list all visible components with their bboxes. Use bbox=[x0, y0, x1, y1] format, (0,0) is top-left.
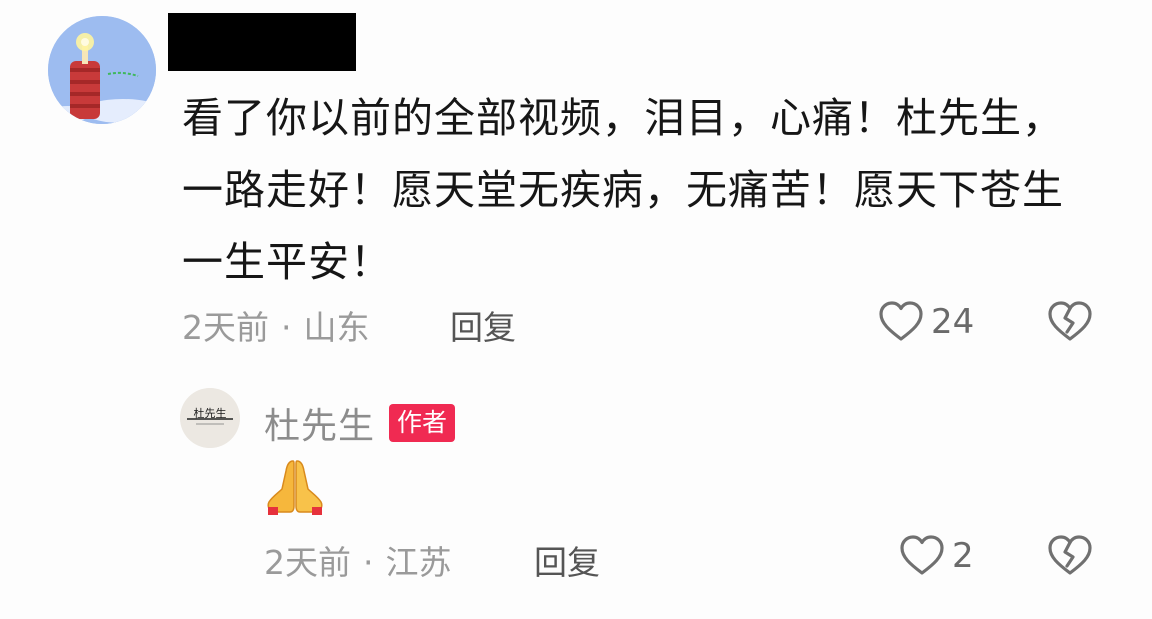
heart-outline-icon bbox=[900, 535, 944, 575]
commenter-avatar[interactable] bbox=[48, 16, 156, 124]
reply-content bbox=[264, 457, 326, 517]
reply-header: 杜先生 作者 bbox=[264, 397, 456, 449]
commenter-name-redacted[interactable] bbox=[168, 13, 356, 71]
avatar-text: 杜先生 bbox=[194, 406, 227, 420]
reply-location: 江苏 bbox=[385, 543, 452, 582]
folded-hands-icon bbox=[267, 460, 323, 515]
reply-button[interactable]: 回复 bbox=[450, 301, 516, 349]
comment-time: 2天前 bbox=[182, 308, 269, 347]
heart-outline-icon bbox=[879, 301, 923, 341]
author-badge: 作者 bbox=[389, 404, 456, 442]
meta-separator: · bbox=[281, 308, 292, 347]
comment-location: 山东 bbox=[303, 308, 370, 347]
reply-time: 2天前 bbox=[264, 543, 351, 582]
author-avatar[interactable]: 杜先生 bbox=[180, 388, 240, 448]
like-count: 24 bbox=[931, 302, 975, 342]
comment-meta: 2天前 · 山东 bbox=[182, 301, 370, 349]
dislike-button[interactable] bbox=[1046, 532, 1094, 580]
avatar-icon: 杜先生 bbox=[180, 388, 240, 448]
broken-heart-icon bbox=[1048, 301, 1092, 341]
like-button[interactable]: 24 bbox=[877, 298, 974, 346]
author-name[interactable]: 杜先生 bbox=[264, 397, 375, 449]
reply-button[interactable]: 回复 bbox=[534, 536, 600, 584]
comment-text: 看了你以前的全部视频，泪目，心痛！杜先生，一路走好！愿天堂无疾病，无痛苦！愿天下… bbox=[182, 94, 1064, 286]
meta-separator: · bbox=[363, 543, 374, 582]
like-count: 2 bbox=[952, 536, 974, 576]
dislike-button[interactable] bbox=[1046, 298, 1094, 346]
reply-meta: 2天前 · 江苏 bbox=[264, 536, 452, 584]
like-button[interactable]: 2 bbox=[898, 532, 974, 580]
avatar-icon bbox=[48, 16, 156, 124]
broken-heart-icon bbox=[1048, 535, 1092, 575]
